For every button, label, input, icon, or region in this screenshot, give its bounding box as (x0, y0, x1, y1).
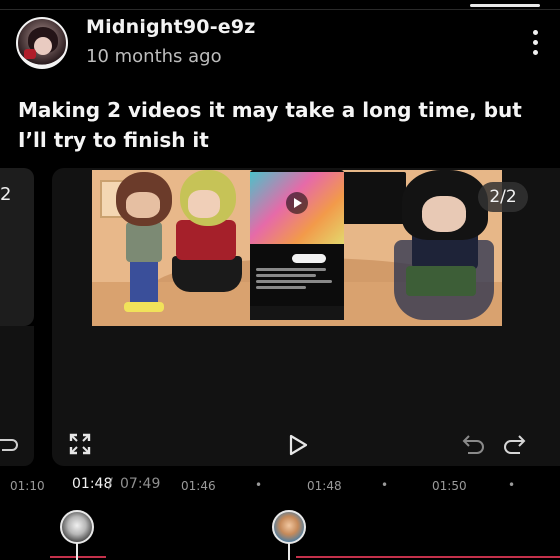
current-time: 01:48 (72, 476, 113, 492)
time-separator: / (108, 476, 113, 492)
timeline-thumbnail[interactable] (60, 510, 94, 544)
timeline-dot: • (508, 478, 516, 492)
timeline-left-time: 01:10 (10, 479, 45, 493)
video-frame[interactable] (92, 170, 502, 326)
phone-play-icon (286, 192, 308, 214)
timeline-dot: • (255, 478, 263, 492)
kebab-icon[interactable] (528, 30, 544, 56)
timeline-dot: • (381, 478, 389, 492)
timeline-mark: 01:46 (181, 479, 216, 493)
timeline-mark: 01:50 (432, 479, 467, 493)
character-middle (172, 170, 242, 320)
post-time: 10 months ago (86, 46, 222, 67)
top-indicator (470, 4, 540, 7)
playhead[interactable] (288, 542, 290, 560)
redo-icon[interactable] (502, 432, 526, 454)
timeline-thumbnail[interactable] (272, 510, 306, 544)
undo-icon[interactable] (462, 432, 486, 454)
phone-screenshot (250, 170, 344, 320)
duration: 07:49 (120, 476, 161, 492)
post-text: Making 2 videos it may take a long time,… (18, 98, 522, 152)
username[interactable]: Midnight90-e9z (86, 16, 256, 38)
timeline-track[interactable] (50, 556, 106, 558)
play-icon[interactable] (288, 434, 308, 456)
previous-card[interactable]: 2 (0, 168, 34, 326)
timeline-track[interactable] (296, 556, 560, 558)
top-divider (0, 9, 560, 10)
playhead (76, 542, 78, 560)
expand-icon[interactable] (68, 432, 92, 456)
timeline-mark: 01:48 (307, 479, 342, 493)
redo-icon[interactable] (0, 432, 18, 454)
avatar[interactable] (16, 17, 68, 69)
previous-card-label: 2 (0, 184, 12, 205)
page-badge: 2/2 (478, 182, 528, 212)
